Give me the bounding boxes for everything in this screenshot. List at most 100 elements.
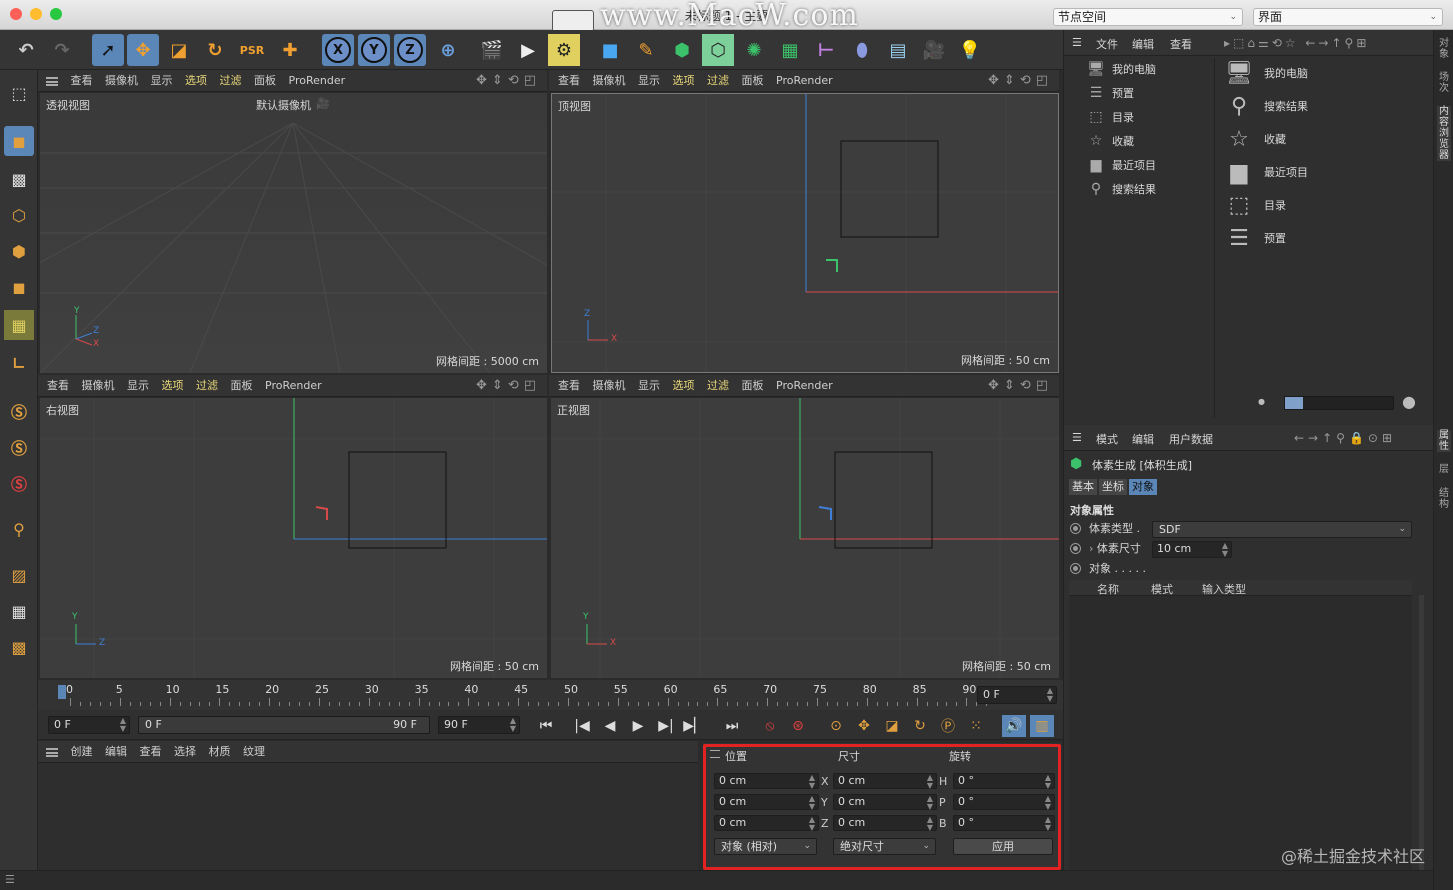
camera-icon[interactable]: 🎥 <box>918 34 950 66</box>
menu-filter[interactable]: 过滤 <box>220 70 242 92</box>
side-tab-takes[interactable]: 场次 <box>1437 72 1451 94</box>
menu-options[interactable]: 选项 <box>185 70 207 92</box>
menu-filter[interactable]: 过滤 <box>196 375 218 397</box>
menu-material[interactable]: 材质 <box>209 741 231 763</box>
animate-radio[interactable] <box>1070 562 1081 574</box>
cube-icon[interactable]: ■ <box>594 34 626 66</box>
thumbnail-size-slider[interactable] <box>1284 396 1394 410</box>
menu-panel[interactable]: 面板 <box>742 70 764 92</box>
perspective-viewport[interactable]: 透视视图 默认摄像机 🎥 Y Z X 网格间距 : 5000 cm <box>40 93 547 373</box>
tree-item[interactable]: ⬚ 目录 <box>1086 107 1134 127</box>
node-space-select[interactable]: 节点空间 ⌄ <box>1053 8 1243 26</box>
viewport-nav-icons[interactable]: ✥⇕⟲◰ <box>988 73 1053 88</box>
menu-camera[interactable]: 摄像机 <box>105 70 138 92</box>
polygons-mode-icon[interactable]: ◼ <box>4 272 34 302</box>
grid-icon[interactable]: ▦ <box>4 596 34 626</box>
key-point-level-icon[interactable]: ⁙ <box>964 715 988 737</box>
menu-options[interactable]: 选项 <box>673 375 695 397</box>
rotation-p-field[interactable]: 0 ° ▲ ▼ <box>953 794 1055 811</box>
tree-item[interactable]: ☆ 收藏 <box>1086 131 1134 151</box>
menu-edit[interactable]: 编辑 <box>1132 36 1154 52</box>
menu-panel[interactable]: 面板 <box>231 375 253 397</box>
quantize-icon[interactable]: ▩ <box>4 632 34 662</box>
rotate-tool-icon[interactable]: ↻ <box>199 34 231 66</box>
camera-label[interactable]: 默认摄像机 <box>256 97 311 113</box>
objects-list[interactable] <box>1069 596 1412 876</box>
size-z-field[interactable]: 0 cm ▲ ▼ <box>833 815 937 832</box>
position-x-field[interactable]: 0 cm ▲ ▼ <box>714 773 819 790</box>
size-y-field[interactable]: 0 cm ▲ ▼ <box>833 794 937 811</box>
auto-key-icon[interactable]: ⊛ <box>786 715 810 737</box>
animate-radio[interactable] <box>1070 542 1081 554</box>
side-tab-objects[interactable]: 对象 <box>1437 38 1451 60</box>
generator-icon[interactable]: ⬡ <box>702 34 734 66</box>
menu-view[interactable]: 查看 <box>71 70 93 92</box>
menu-camera[interactable]: 摄像机 <box>593 375 626 397</box>
rotation-h-field[interactable]: 0 ° ▲ ▼ <box>953 773 1055 790</box>
menu-edit[interactable]: 编辑 <box>105 741 127 763</box>
sound-icon[interactable]: 🔊 <box>1002 715 1026 737</box>
tree-item[interactable]: ☰ 预置 <box>1086 83 1134 103</box>
magnet-icon[interactable]: ⚲ <box>4 514 34 544</box>
volume-icon[interactable]: ▦ <box>774 34 806 66</box>
start-frame-field[interactable]: 0 F ▲ ▼ <box>48 716 130 734</box>
rotation-b-field[interactable]: 0 ° ▲ ▼ <box>953 815 1055 832</box>
menu-user-data[interactable]: 用户数据 <box>1169 431 1213 447</box>
render-picture-viewer-icon[interactable]: ▶ <box>512 34 544 66</box>
animate-radio[interactable] <box>1070 522 1081 534</box>
play-icon[interactable]: ▶ <box>626 715 650 737</box>
previous-frame-icon[interactable]: ◀ <box>598 715 622 737</box>
browser-item[interactable]: ☰ 预置 <box>1224 224 1286 254</box>
menu-prorender[interactable]: ProRender <box>776 375 833 397</box>
coordinate-mode-select[interactable]: 对象 (相对) ⌄ <box>714 838 817 855</box>
render-settings-icon[interactable]: ⚙ <box>548 34 580 66</box>
add-tool-icon[interactable]: ✚ <box>274 34 306 66</box>
menu-display[interactable]: 显示 <box>151 70 173 92</box>
field-icon[interactable]: ⬮ <box>846 34 878 66</box>
record-icon[interactable]: ⦸ <box>758 715 782 737</box>
tree-item[interactable]: ▆ 最近项目 <box>1086 155 1156 175</box>
tree-item[interactable]: ⚲ 搜索结果 <box>1086 179 1156 199</box>
snap-icon[interactable]: Ⓢ <box>4 396 34 426</box>
next-frame-icon[interactable]: ▶| <box>654 715 678 737</box>
y-axis-lock-button[interactable]: Y <box>358 34 390 66</box>
subdivision-icon[interactable]: ⬢ <box>666 34 698 66</box>
column-name[interactable]: 名称 <box>1097 581 1119 597</box>
viewport-nav-icons[interactable]: ✥⇕⟲◰ <box>476 73 541 88</box>
previous-key-icon[interactable]: |◀ <box>570 715 594 737</box>
texture-mode-icon[interactable]: ▩ <box>4 164 34 194</box>
axis-mode-icon[interactable]: ∟ <box>4 348 34 378</box>
menu-display[interactable]: 显示 <box>638 375 660 397</box>
key-position-icon[interactable]: ✥ <box>852 715 876 737</box>
z-axis-lock-button[interactable]: Z <box>394 34 426 66</box>
menu-view[interactable]: 查看 <box>1170 36 1192 52</box>
front-viewport[interactable]: 正视图 Y X 网格间距 : 50 cm <box>551 398 1059 678</box>
tab-object[interactable]: 对象 <box>1129 479 1157 495</box>
menu-create[interactable]: 创建 <box>71 741 93 763</box>
x-axis-lock-button[interactable]: X <box>322 34 354 66</box>
chevron-right-icon[interactable]: › <box>1089 542 1097 555</box>
playhead[interactable] <box>58 685 66 699</box>
browser-item[interactable]: 🖥 我的电脑 <box>1224 59 1308 89</box>
current-frame-field[interactable]: 0 F ▲ ▼ <box>977 686 1057 704</box>
menu-icon[interactable] <box>710 750 720 758</box>
side-tab-structure[interactable]: 结构 <box>1437 488 1451 510</box>
menu-view[interactable]: 查看 <box>47 375 69 397</box>
menu-panel[interactable]: 面板 <box>254 70 276 92</box>
menu-icon[interactable]: ☰ <box>1072 36 1082 49</box>
column-mode[interactable]: 模式 <box>1151 581 1173 597</box>
menu-icon[interactable] <box>46 77 58 86</box>
move-tool-icon[interactable]: ✥ <box>127 34 159 66</box>
workplane-icon[interactable]: ▨ <box>4 560 34 590</box>
frame-range-slider[interactable]: 0 F 90 F <box>138 716 430 734</box>
layout-select[interactable]: 界面 ⌄ <box>1253 8 1443 26</box>
select-tool-icon[interactable]: ➚ <box>92 34 124 66</box>
menu-view[interactable]: 查看 <box>558 70 580 92</box>
timeline-ruler[interactable]: 0 5 10 15 20 25 30 35 40 45 50 55 60 65 70 75 80 85 90 0 F… <box>38 680 1063 710</box>
tree-item[interactable]: 🖥 我的电脑 <box>1086 59 1156 79</box>
coordinate-system-icon[interactable]: ⊕ <box>432 34 464 66</box>
undo-icon[interactable]: ↶ <box>10 34 42 66</box>
film-icon[interactable]: ▥ <box>1030 715 1054 737</box>
menu-camera[interactable]: 摄像机 <box>593 70 626 92</box>
key-scale-icon[interactable]: ◪ <box>880 715 904 737</box>
